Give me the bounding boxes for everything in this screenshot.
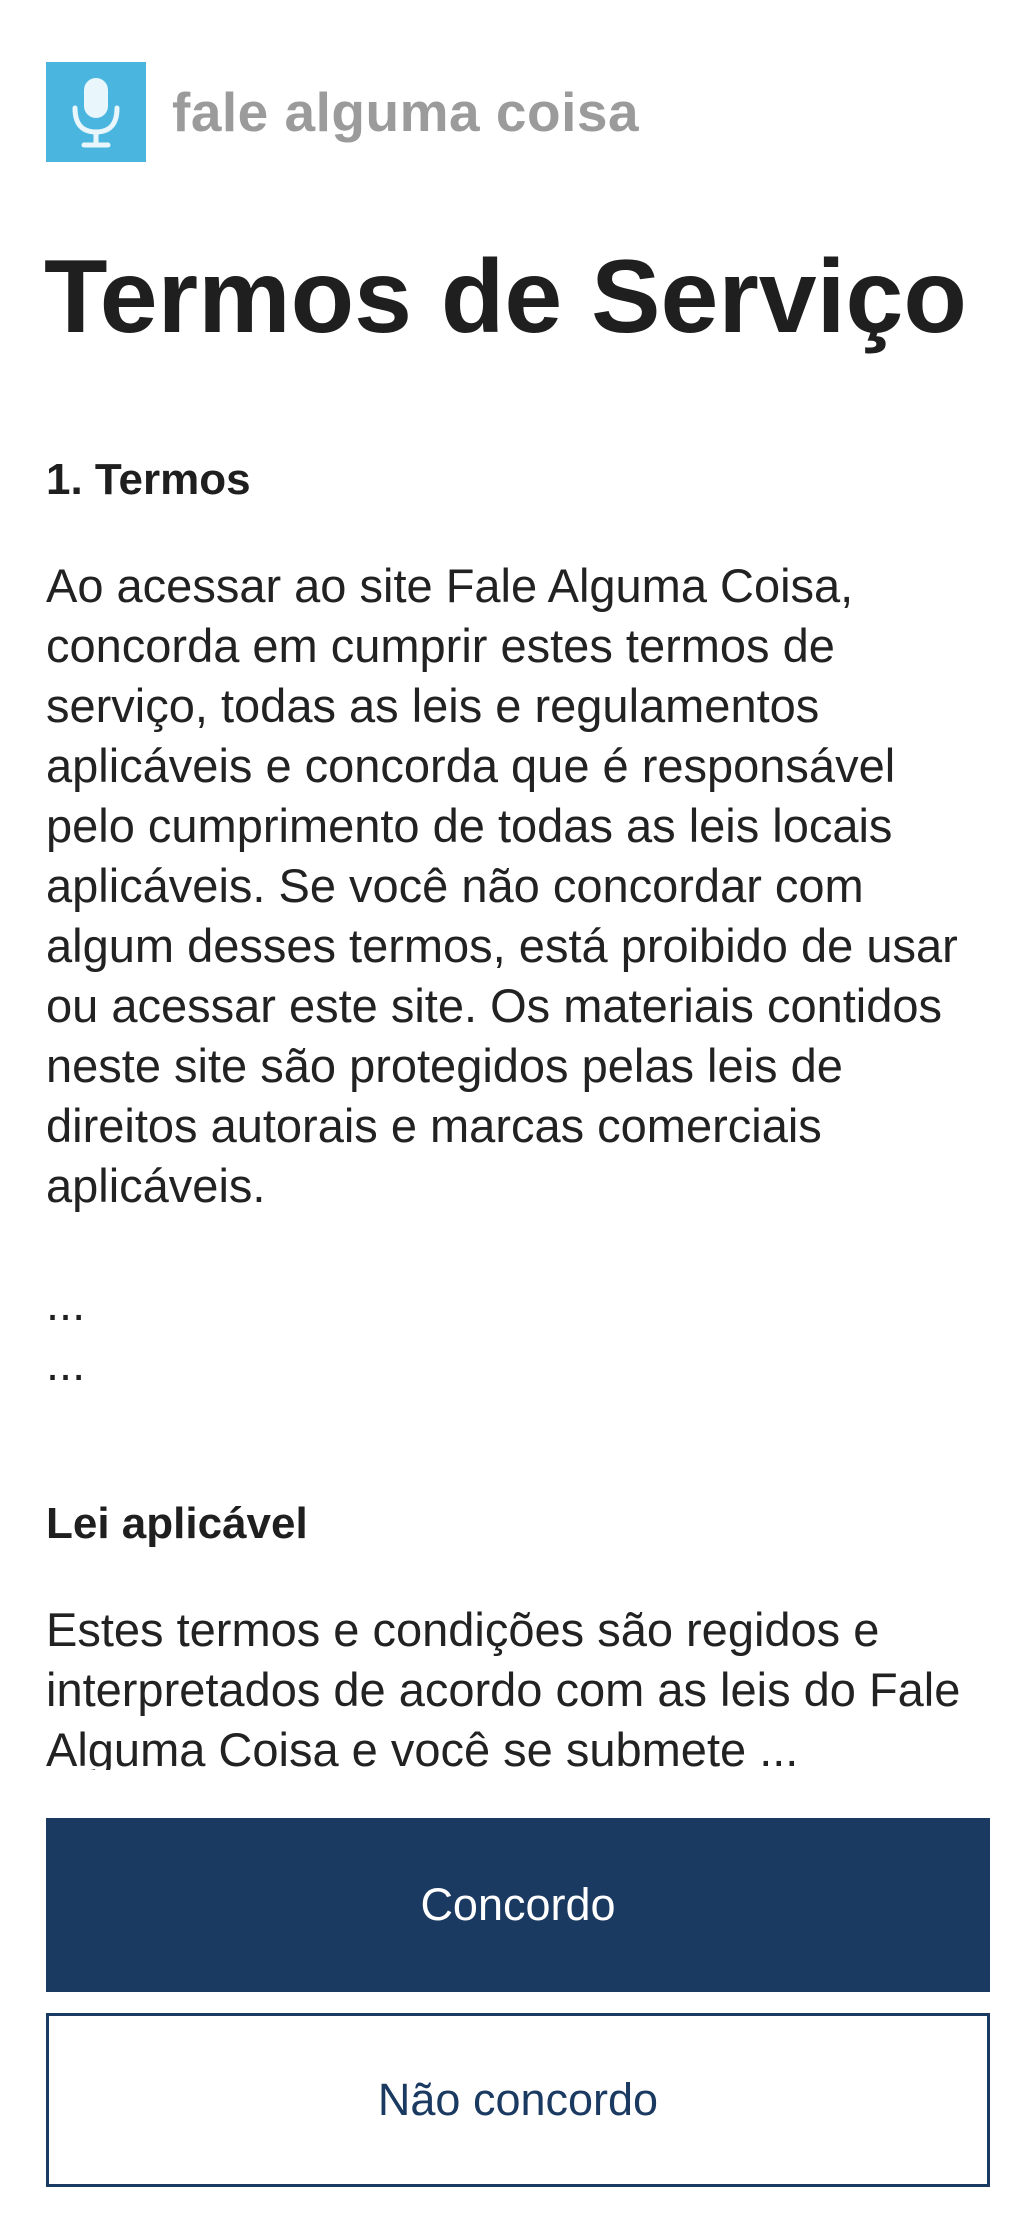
disagree-button[interactable]: Não concordo <box>46 2013 990 2187</box>
ellipsis-line: ... <box>46 1277 86 1330</box>
section-heading-terms: 1. Termos <box>46 455 251 504</box>
terms-content[interactable]: 1. Termos Ao acessar ao site Fale Alguma… <box>46 450 996 1770</box>
agree-button[interactable]: Concordo <box>46 1818 990 1992</box>
app-name: fale alguma coisa <box>172 81 640 143</box>
omitted-content: ... ... <box>46 1274 996 1394</box>
section-body-terms: Ao acessar ao site Fale Alguma Coisa, co… <box>46 559 958 1212</box>
ellipsis-line: ... <box>46 1337 86 1390</box>
section-body-governing-law: Estes termos e condições são regidos e i… <box>46 1603 961 1770</box>
section-heading-governing-law: Lei aplicável <box>46 1499 308 1548</box>
microphone-icon <box>46 62 146 162</box>
page-title: Termos de Serviço <box>44 239 967 355</box>
app-header: fale alguma coisa <box>46 62 639 162</box>
